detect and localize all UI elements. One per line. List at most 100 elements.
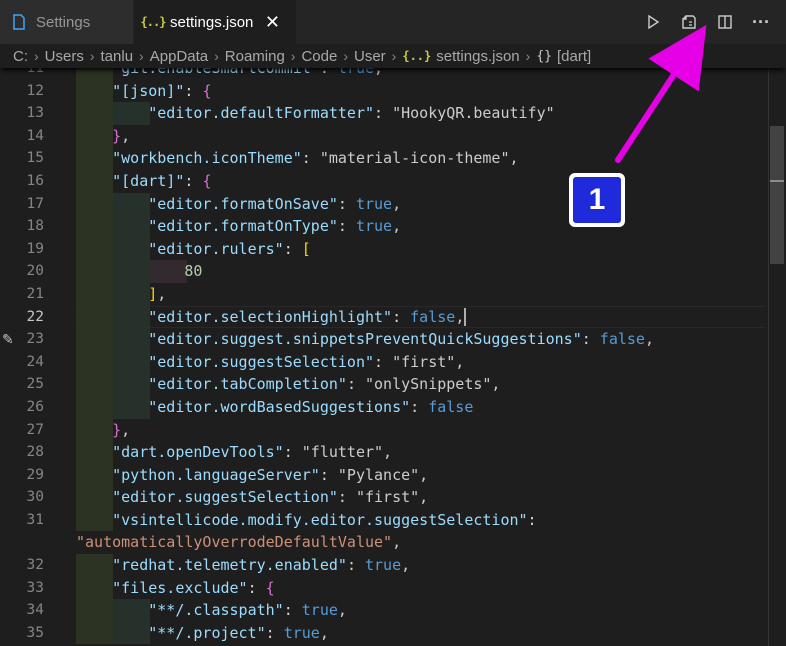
tab-settings-json[interactable]: {..} settings.json ✕: [134, 0, 296, 44]
breadcrumb-tanlu[interactable]: tanlu: [101, 48, 134, 65]
line-number: 11: [26, 68, 44, 76]
code-editor[interactable]: ✎ 11 "git.enableSmartCommit": true, 12 "[…: [0, 68, 786, 646]
line-number: 16: [26, 172, 44, 189]
breadcrumb-code[interactable]: Code: [301, 48, 337, 65]
code-line[interactable]: 16 "[dart]": {: [27, 169, 766, 193]
code-line[interactable]: 17 "editor.formatOnSave": true,: [27, 192, 766, 216]
code-line[interactable]: 23 "editor.suggest.snippetsPreventQuickS…: [27, 328, 766, 351]
line-number: 24: [26, 353, 44, 370]
code-line[interactable]: 22 "editor.selectionHighlight": false,: [27, 305, 766, 329]
line-number: 20: [26, 263, 44, 280]
breadcrumb-settings-json[interactable]: settings.json: [436, 48, 519, 65]
code-text: "workbench.iconTheme": "material-icon-th…: [112, 149, 519, 168]
chevron-right-icon: ›: [89, 48, 95, 64]
line-number: 21: [26, 285, 44, 302]
code-line[interactable]: 26 "editor.wordBasedSuggestions": false: [27, 395, 766, 419]
code-text: "editor.tabCompletion": "onlySnippets",: [148, 375, 501, 394]
tab-label: Settings: [36, 13, 91, 31]
code-line[interactable]: 14 },: [27, 124, 766, 148]
chevron-right-icon: ›: [391, 48, 397, 64]
code-lines[interactable]: 11 "git.enableSmartCommit": true, 12 "[js…: [27, 68, 766, 645]
code-text: },: [112, 420, 131, 439]
breadcrumb-roaming[interactable]: Roaming: [225, 48, 285, 65]
code-line[interactable]: 21 ],: [27, 282, 766, 306]
code-text: "files.exclude": {: [112, 578, 275, 597]
code-line[interactable]: 33 "files.exclude": {: [27, 576, 766, 600]
code-line[interactable]: 24 "editor.suggestSelection": "first",: [27, 350, 766, 374]
breadcrumb-drive[interactable]: C:: [13, 48, 28, 65]
annotation-badge: 1: [569, 173, 625, 227]
code-line[interactable]: 15 "workbench.iconTheme": "material-icon…: [27, 147, 766, 170]
code-text: "python.languageServer": "Pylance",: [112, 465, 429, 484]
line-number: 27: [26, 421, 44, 438]
line-number: 30: [26, 489, 44, 506]
breadcrumb-user[interactable]: User: [354, 48, 386, 65]
line-number: 18: [26, 218, 44, 235]
line-number: 25: [26, 376, 44, 393]
line-number: 32: [26, 557, 44, 574]
code-text: 80: [184, 262, 203, 281]
line-number: 19: [26, 240, 44, 257]
chevron-right-icon: ›: [34, 48, 39, 64]
badge-label: 1: [573, 177, 621, 223]
line-number: 31: [26, 511, 44, 528]
line-number: 13: [26, 105, 44, 122]
code-text: "vsintellicode.modify.editor.suggestSele…: [112, 510, 537, 529]
code-line[interactable]: 11 "git.enableSmartCommit": true,: [27, 68, 766, 80]
more-actions-icon[interactable]: ···: [750, 11, 772, 33]
code-line[interactable]: 27 },: [27, 418, 766, 442]
code-text: "**/.project": true,: [148, 623, 329, 642]
breadcrumb-appdata[interactable]: AppData: [150, 48, 208, 65]
code-line[interactable]: 29 "python.languageServer": "Pylance",: [27, 463, 766, 487]
chevron-right-icon: ›: [214, 48, 219, 64]
file-icon: [10, 13, 28, 31]
code-line[interactable]: 13 "editor.defaultFormatter": "HookyQR.b…: [27, 102, 766, 125]
code-text: "git.enableSmartCommit": true,: [112, 68, 384, 77]
code-line[interactable]: 20 80: [27, 260, 766, 283]
json-braces-icon: {..}: [402, 49, 432, 63]
code-text: "editor.formatOnType": true,: [148, 217, 402, 236]
code-line[interactable]: 28 "dart.openDevTools": "flutter",: [27, 441, 766, 464]
scrollbar-cursor-marker: [770, 180, 784, 182]
code-text: "editor.formatOnSave": true,: [148, 194, 402, 213]
code-text: "editor.suggestSelection": "first",: [112, 488, 429, 507]
code-line[interactable]: "automaticallyOverrodeDefaultValue",: [76, 531, 766, 554]
code-line[interactable]: 25 "editor.tabCompletion": "onlySnippets…: [27, 373, 766, 396]
close-icon[interactable]: ✕: [263, 12, 281, 33]
open-settings-ui-icon[interactable]: [678, 11, 700, 33]
tab-label: settings.json: [170, 13, 254, 31]
vertical-scrollbar[interactable]: [768, 68, 786, 646]
code-line[interactable]: 19 "editor.rulers": [: [27, 237, 766, 261]
chevron-right-icon: ›: [343, 48, 348, 64]
json-braces-icon: {..}: [140, 15, 167, 29]
code-text: "editor.selectionHighlight": false,: [148, 307, 467, 327]
line-number: 29: [26, 466, 44, 483]
code-line[interactable]: 31 "vsintellicode.modify.editor.suggestS…: [27, 508, 766, 532]
chevron-right-icon: ›: [525, 48, 531, 64]
scrollbar-thumb[interactable]: [770, 126, 784, 264]
code-text: "editor.suggest.snippetsPreventQuickSugg…: [148, 330, 654, 349]
code-text: "dart.openDevTools": "flutter",: [112, 443, 393, 462]
chevron-right-icon: ›: [139, 48, 144, 64]
split-editor-icon[interactable]: [714, 11, 736, 33]
code-line[interactable]: 12 "[json]": {: [27, 79, 766, 103]
line-number: 28: [26, 444, 44, 461]
breadcrumb-dart[interactable]: [dart]: [557, 48, 591, 65]
line-number: 22: [26, 308, 44, 325]
run-icon[interactable]: [642, 11, 664, 33]
chevron-right-icon: ›: [290, 48, 296, 64]
tab-settings[interactable]: Settings: [0, 0, 134, 44]
code-line[interactable]: 18 "editor.formatOnType": true,: [27, 215, 766, 238]
line-number: 15: [26, 150, 44, 167]
object-braces-icon: {}: [536, 48, 552, 64]
code-line[interactable]: 32 "redhat.telemetry.enabled": true,: [27, 554, 766, 577]
code-text: },: [112, 126, 131, 145]
code-text: ],: [148, 284, 167, 303]
breadcrumb-users[interactable]: Users: [45, 48, 84, 65]
editor-actions: ···: [642, 0, 786, 44]
code-line[interactable]: 30 "editor.suggestSelection": "first",: [27, 486, 766, 509]
code-line[interactable]: 34 "**/.classpath": true,: [27, 599, 766, 622]
code-text: "editor.defaultFormatter": "HookyQR.beau…: [148, 104, 555, 123]
code-line[interactable]: 35 "**/.project": true,: [27, 621, 766, 645]
code-text: "[json]": {: [112, 81, 212, 100]
